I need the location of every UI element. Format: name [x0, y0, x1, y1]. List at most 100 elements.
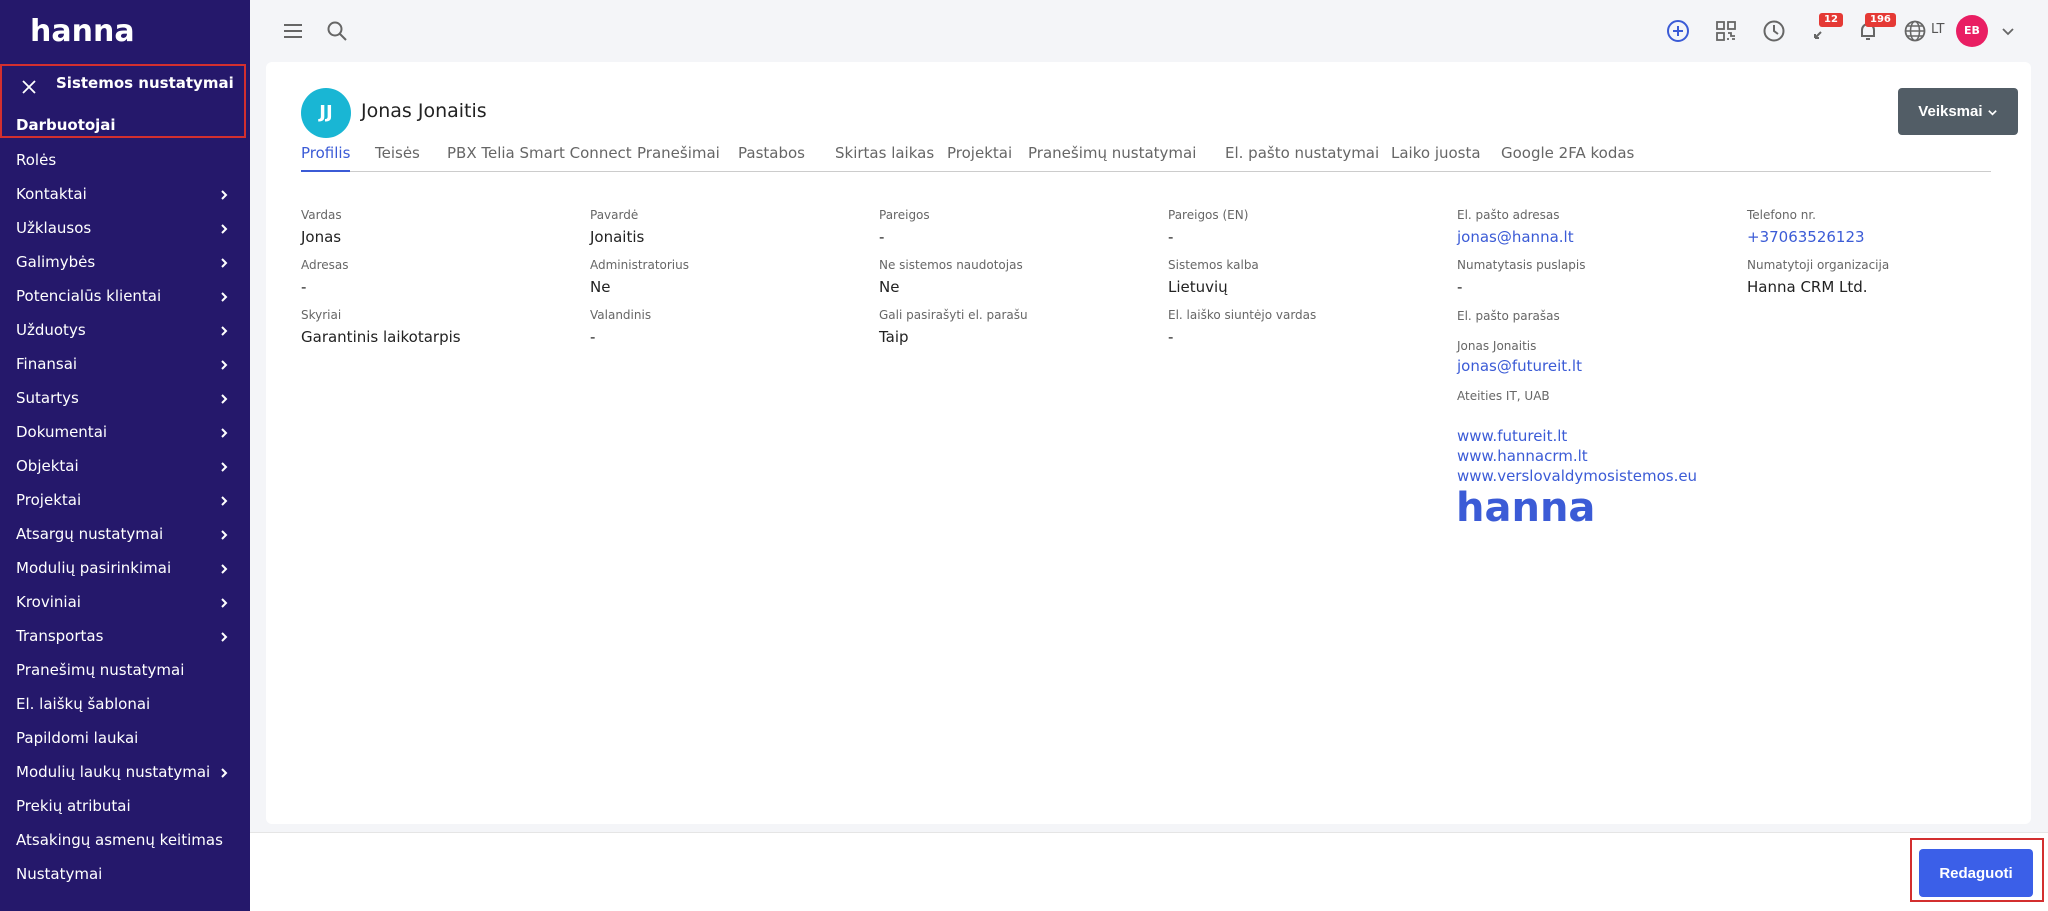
sidebar-item-užduotys[interactable]: Užduotys — [0, 313, 250, 347]
sidebar-item-darbuotojai[interactable]: Darbuotojai — [16, 116, 116, 134]
sidebar-item-atsakingų-asmenų-keitimas[interactable]: Atsakingų asmenų keitimas — [0, 823, 250, 857]
field-address: Adresas - — [301, 258, 349, 296]
chevron-right-icon — [221, 462, 228, 472]
profile-avatar: JJ — [301, 88, 351, 138]
tab-teis-s[interactable]: Teisės — [375, 140, 420, 172]
sidebar-item-prekių-atributai[interactable]: Prekių atributai — [0, 789, 250, 823]
phone-link[interactable]: +37063526123 — [1747, 228, 1865, 246]
tab-google-2fa-kodas[interactable]: Google 2FA kodas — [1501, 140, 1634, 172]
sidebar-item-label: Objektai — [16, 457, 79, 475]
tab-pastabos[interactable]: Pastabos — [738, 140, 805, 172]
tab-projektai[interactable]: Projektai — [947, 140, 1012, 172]
chevron-right-icon — [221, 190, 228, 200]
field-first-name: Vardas Jonas — [301, 208, 342, 246]
field-departments: Skyriai Garantinis laikotarpis — [301, 308, 461, 346]
clock-icon[interactable] — [1761, 18, 1787, 44]
actions-dropdown-button[interactable]: Veiksmai — [1898, 88, 2018, 135]
email-link[interactable]: jonas@hanna.lt — [1457, 228, 1574, 246]
sidebar-item-potencialūs-klientai[interactable]: Potencialūs klientai — [0, 279, 250, 313]
sidebar-item-label: Modulių laukų nustatymai — [16, 763, 211, 781]
chevron-right-icon — [221, 496, 228, 506]
sidebar-item-label: Pranešimų nustatymai — [16, 661, 185, 679]
signature-name: Jonas Jonaitis — [1457, 339, 1537, 353]
field-system-language: Sistemos kalba Lietuvių — [1168, 258, 1259, 296]
signature-logo: hanna — [1456, 485, 1596, 531]
calls-badge: 12 — [1819, 13, 1843, 27]
sidebar-item-label: Rolės — [16, 151, 57, 169]
chevron-right-icon — [221, 258, 228, 268]
sidebar-item-el-laiškų-šablonai[interactable]: El. laiškų šablonai — [0, 687, 250, 721]
sidebar-item-label: Transportas — [16, 627, 104, 645]
tab-prane-imai[interactable]: Pranešimai — [637, 140, 720, 172]
sidebar-item-dokumentai[interactable]: Dokumentai — [0, 415, 250, 449]
sidebar-item-galimybės[interactable]: Galimybės — [0, 245, 250, 279]
sidebar-item-finansai[interactable]: Finansai — [0, 347, 250, 381]
sidebar-item-užklausos[interactable]: Užklausos — [0, 211, 250, 245]
sidebar-item-papildomi-laukai[interactable]: Papildomi laukai — [0, 721, 250, 755]
sidebar-item-kroviniai[interactable]: Kroviniai — [0, 585, 250, 619]
phone-icon[interactable]: 12 — [1809, 13, 1843, 44]
field-default-page: Numatytasis puslapis - — [1457, 258, 1586, 296]
sidebar-item-label: Užduotys — [16, 321, 86, 339]
tab-prane-im-nustatymai[interactable]: Pranešimų nustatymai — [1028, 140, 1196, 172]
user-avatar[interactable]: EB — [1956, 15, 1988, 47]
field-email: El. pašto adresas jonas@hanna.lt — [1457, 208, 1574, 246]
signature-link-hannacrm[interactable]: www.hannacrm.lt — [1457, 447, 1588, 465]
close-icon[interactable] — [18, 76, 40, 98]
sidebar-item-transportas[interactable]: Transportas — [0, 619, 250, 653]
tab-el-pa-to-nustatymai[interactable]: El. pašto nustatymai — [1225, 140, 1379, 172]
language-selector[interactable]: LT — [1931, 22, 1944, 37]
sidebar-item-label: Prekių atributai — [16, 797, 131, 815]
bell-icon[interactable]: 196 — [1855, 13, 1896, 44]
field-phone: Telefono nr. +37063526123 — [1747, 208, 1865, 246]
sidebar-menu: Rolės Kontaktai Užklausos Galimybės Potencia… — [0, 143, 250, 891]
add-icon[interactable] — [1665, 18, 1691, 44]
chevron-down-icon[interactable] — [1995, 18, 2021, 44]
field-sender-name: El. laiško siuntėjo vardas - — [1168, 308, 1317, 346]
sidebar-item-projektai[interactable]: Projektai — [0, 483, 250, 517]
app-logo[interactable]: hanna — [30, 14, 135, 49]
notifications-badge: 196 — [1865, 13, 1896, 27]
chevron-right-icon — [221, 564, 228, 574]
sidebar-item-pranešimų-nustatymai[interactable]: Pranešimų nustatymai — [0, 653, 250, 687]
sidebar-item-modulių-laukų-nustatymai[interactable]: Modulių laukų nustatymai — [0, 755, 250, 789]
search-icon[interactable] — [324, 18, 350, 44]
signature-link-futureit[interactable]: www.futureit.lt — [1457, 427, 1567, 445]
tab-skirtas-laikas[interactable]: Skirtas laikas — [835, 140, 934, 172]
sidebar-item-nustatymai[interactable]: Nustatymai — [0, 857, 250, 891]
field-hourly: Valandinis - — [590, 308, 652, 346]
hamburger-menu-icon[interactable] — [280, 18, 306, 44]
qr-code-icon[interactable] — [1713, 18, 1739, 44]
tab-laiko-juosta[interactable]: Laiko juosta — [1391, 140, 1481, 172]
sidebar-item-sutartys[interactable]: Sutartys — [0, 381, 250, 415]
sidebar-section-title: Sistemos nustatymai — [56, 74, 234, 92]
sidebar-item-objektai[interactable]: Objektai — [0, 449, 250, 483]
sidebar-item-label: Projektai — [16, 491, 82, 509]
chevron-right-icon — [221, 632, 228, 642]
chevron-right-icon — [221, 598, 228, 608]
sidebar-item-label: Finansai — [16, 355, 78, 373]
sidebar-item-label: Modulių pasirinkimai — [16, 559, 172, 577]
field-position-en: Pareigos (EN) - — [1168, 208, 1249, 246]
sidebar-item-label: El. laiškų šablonai — [16, 695, 151, 713]
field-last-name: Pavardė Jonaitis — [590, 208, 645, 246]
signature-link-verslovaldymo[interactable]: www.verslovaldymosistemos.eu — [1457, 467, 1697, 485]
sidebar-item-rolės[interactable]: Rolės — [0, 143, 250, 177]
globe-icon[interactable] — [1902, 18, 1928, 44]
sidebar-header: Sistemos nustatymai Darbuotojai — [0, 64, 250, 138]
tab-pbx-telia-smart-connect[interactable]: PBX Telia Smart Connect — [447, 140, 632, 172]
sidebar-item-label: Užklausos — [16, 219, 92, 237]
sidebar-item-modulių-pasirinkimai[interactable]: Modulių pasirinkimai — [0, 551, 250, 585]
sidebar: hanna Sistemos nustatymai Darbuotojai Ro… — [0, 0, 250, 911]
sidebar-item-kontaktai[interactable]: Kontaktai — [0, 177, 250, 211]
edit-button[interactable]: Redaguoti — [1919, 849, 2033, 897]
field-administrator: Administratorius Ne — [590, 258, 689, 296]
tab-profilis[interactable]: Profilis — [301, 140, 351, 172]
footer-bar: Redaguoti — [250, 832, 2048, 911]
chevron-right-icon — [221, 224, 228, 234]
field-position: Pareigos - — [879, 208, 930, 246]
sidebar-item-atsargų-nustatymai[interactable]: Atsargų nustatymai — [0, 517, 250, 551]
profile-name: Jonas Jonaitis — [361, 100, 487, 122]
sidebar-item-label: Papildomi laukai — [16, 729, 139, 747]
signature-email-link[interactable]: jonas@futureit.lt — [1457, 357, 1582, 375]
